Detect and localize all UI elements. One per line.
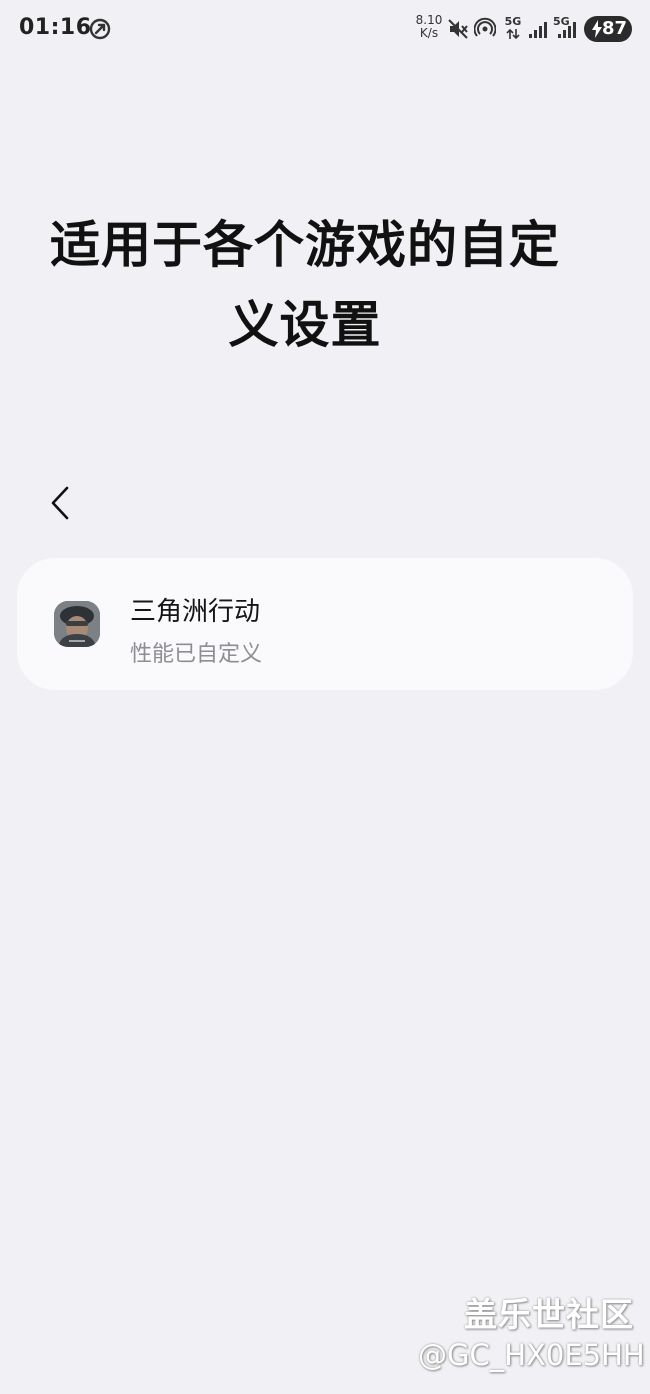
game-avatar — [54, 601, 100, 647]
data-arrows-icon — [506, 28, 520, 40]
watermark-username: @GC_HX0E5HH — [418, 1338, 645, 1372]
game-status: 性能已自定义 — [130, 642, 263, 667]
battery-indicator: 87 — [584, 16, 632, 42]
battery-percentage: 87 — [602, 18, 628, 39]
watermark-brand: 盖乐世社区 — [464, 1295, 634, 1334]
mute-icon — [448, 19, 468, 39]
signal-strength-icon — [529, 22, 547, 38]
game-booster-icon — [89, 18, 111, 40]
network-speed: 8.10 K/s — [415, 13, 443, 40]
back-button[interactable] — [38, 480, 84, 526]
soldier-portrait-icon — [54, 601, 100, 647]
page-title: 适用于各个游戏的自定义设置 — [50, 216, 560, 354]
hotspot-icon — [474, 17, 496, 37]
charging-icon — [592, 20, 602, 38]
status-bar: 01:16 8.10 K/s 5G 5G 87 — [0, 0, 650, 60]
sim1-network-type: 5G — [503, 16, 523, 43]
signal-strength-icon — [558, 22, 576, 38]
status-clock: 01:16 — [19, 15, 92, 40]
game-list-item[interactable]: 三角洲行动 性能已自定义 — [17, 558, 633, 690]
game-name: 三角洲行动 — [130, 597, 261, 627]
